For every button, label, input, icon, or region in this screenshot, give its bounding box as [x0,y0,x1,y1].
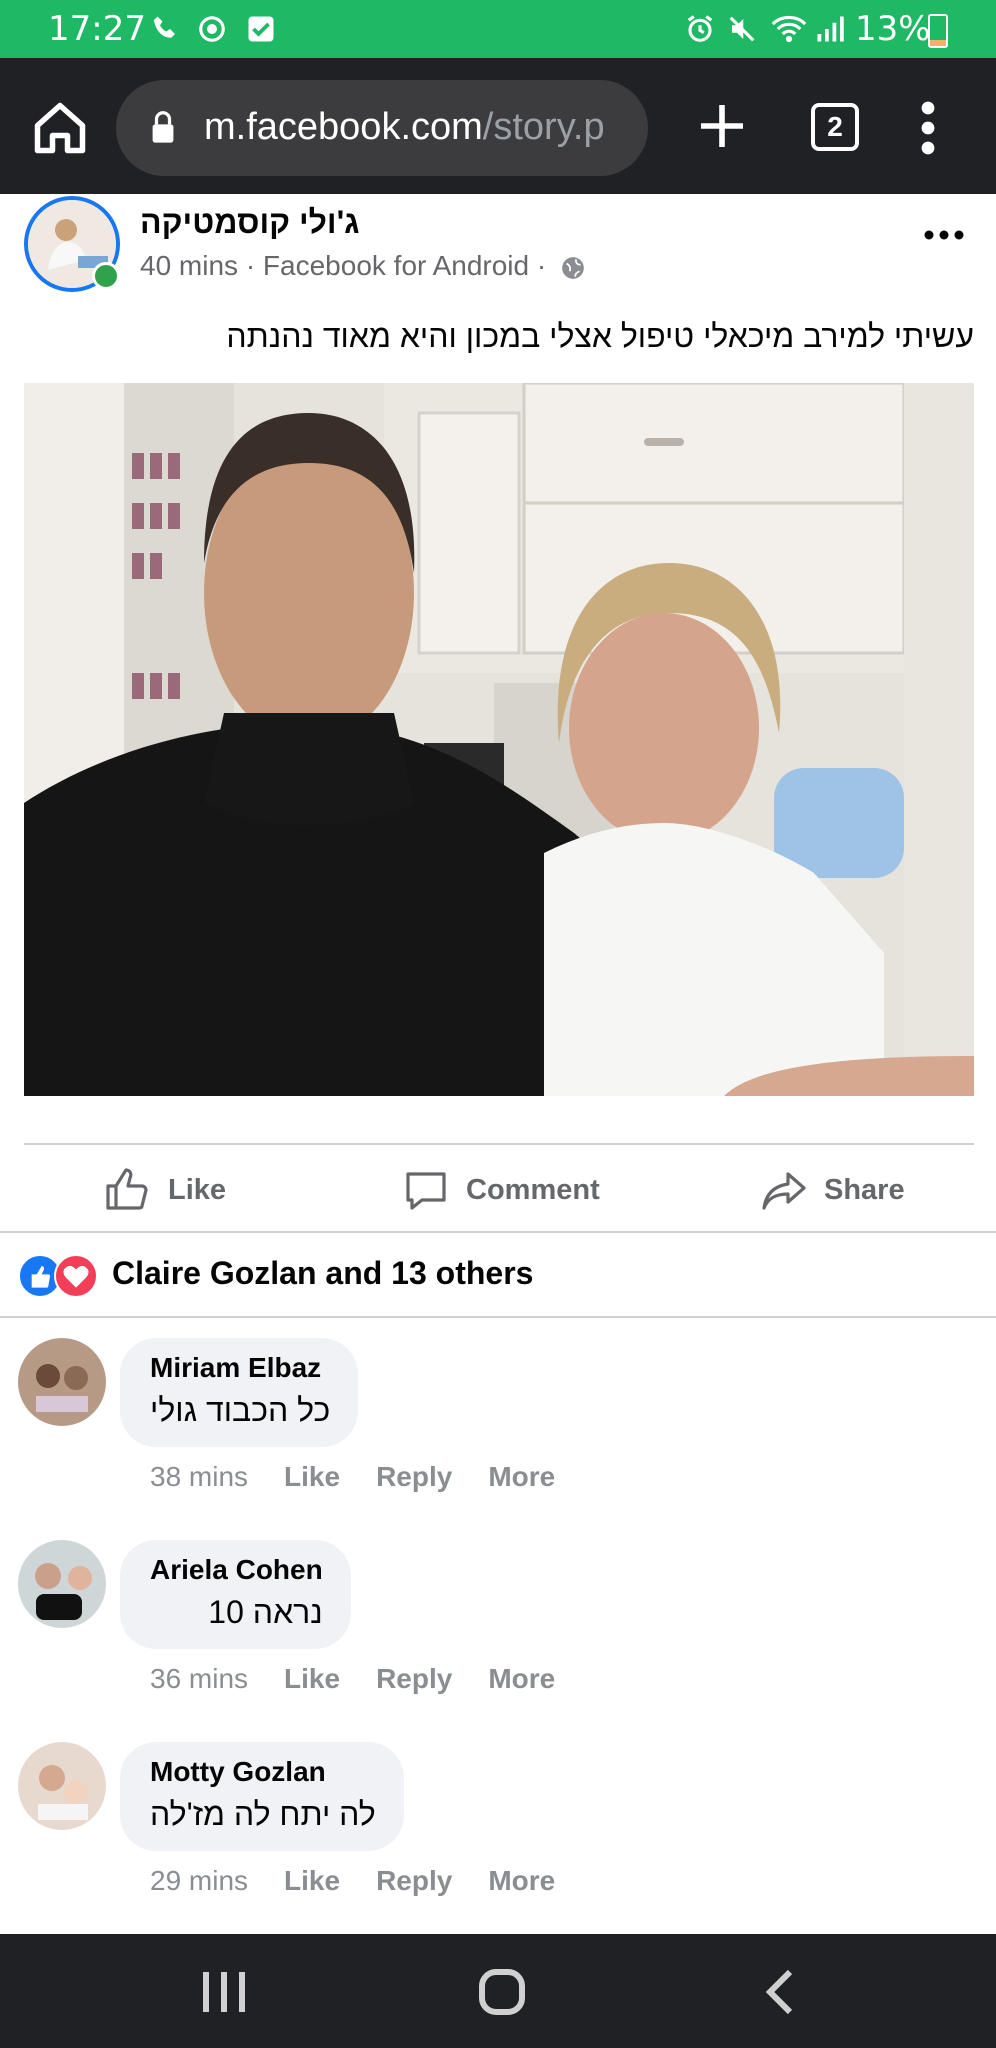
comment-meta: 29 mins Like Reply More [150,1865,591,1897]
alarm-icon [687,15,713,42]
comment-bubble: Motty Gozlan לה יתח לה מז'לה [120,1742,404,1851]
new-tab-icon[interactable] [694,98,750,154]
url-text: m.facebook.com/story.p [204,106,605,149]
globe-icon [562,256,584,279]
comment-text: לה יתח לה מז'לה [150,1796,376,1832]
comment-more-link[interactable]: More [488,1663,555,1695]
signal-icon [817,16,844,42]
tab-switcher-button[interactable]: 2 [811,103,859,151]
status-time: 17:27 [48,9,146,49]
url-path: /story.p [482,106,605,148]
battery-icon [928,14,948,48]
browser-toolbar: m.facebook.com/story.p 2 [0,58,996,194]
comment-text: נראה 10 [208,1594,323,1630]
post-options-icon[interactable] [922,228,966,242]
comment-time: 29 mins [150,1865,249,1896]
comment-reply-link[interactable]: Reply [376,1461,452,1493]
comment-icon [406,1172,446,1210]
post-meta: 40 mins · Facebook for Android · [140,250,586,282]
share-label: Share [824,1173,905,1206]
back-icon[interactable] [752,1964,812,2020]
comment-reply-link[interactable]: Reply [376,1865,452,1897]
lock-icon [152,111,174,143]
url-host: m.facebook.com [204,106,483,148]
mute-icon [729,16,755,42]
like-label: Like [168,1173,227,1206]
post-photo[interactable] [24,383,974,1096]
thumbs-up-icon [106,1168,148,1210]
comment-meta: 36 mins Like Reply More [150,1663,591,1695]
comment-like-link[interactable]: Like [284,1461,340,1493]
commenter-avatar[interactable] [18,1338,106,1426]
comment-more-link[interactable]: More [488,1865,555,1897]
comment-time: 38 mins [150,1461,249,1492]
phone-icon [153,16,175,38]
comment-bubble: Miriam Elbaz כל הכבוד גולי [120,1338,359,1447]
love-reaction-icon [54,1254,98,1298]
share-button[interactable]: Share [760,1160,905,1220]
poster-name[interactable]: ג'ולי קוסמטיקה [140,204,360,241]
divider [0,1316,996,1318]
avatar-image [18,1540,106,1628]
comment-text: כל הכבוד גולי [150,1392,331,1428]
avatar-image [18,1338,106,1426]
comment-reply-link[interactable]: Reply [376,1663,452,1695]
comment-label: Comment [466,1173,600,1206]
comment-like-link[interactable]: Like [284,1663,340,1695]
divider [0,1231,996,1233]
commenter-avatar[interactable] [18,1742,106,1830]
overflow-menu-icon[interactable] [910,98,946,158]
photo-image [24,383,974,1096]
home-icon[interactable] [30,98,90,158]
like-button[interactable]: Like [104,1160,226,1220]
checkbox-icon [248,16,274,42]
status-bar: 17:27 13% [0,0,996,58]
share-icon [762,1172,806,1210]
reactions-summary[interactable]: Claire Gozlan and 13 others [112,1255,533,1292]
post-time-source: 40 mins · Facebook for Android · [140,250,547,281]
android-nav-bar [0,1934,996,2048]
commenter-name[interactable]: Ariela Cohen [150,1554,323,1586]
avatar-image [18,1742,106,1830]
commenter-avatar[interactable] [18,1540,106,1628]
battery-percent: 13% [855,9,931,49]
comment-time: 36 mins [150,1663,249,1694]
wifi-icon [771,15,807,43]
comment-bubble: Ariela Cohen נראה 10 [120,1540,351,1649]
comment-more-link[interactable]: More [488,1461,555,1493]
whatsapp-icon [199,16,225,42]
comment-like-link[interactable]: Like [284,1865,340,1897]
home-nav-icon[interactable] [472,1964,532,2020]
online-status-dot [92,262,120,290]
address-bar[interactable]: m.facebook.com/story.p [116,80,648,176]
post-text: עשיתי למירב מיכאלי טיפול אצלי במכון והיא… [226,318,974,354]
recent-apps-icon[interactable] [194,1964,254,2020]
commenter-name[interactable]: Motty Gozlan [150,1756,376,1788]
commenter-name[interactable]: Miriam Elbaz [150,1352,330,1384]
reaction-icons[interactable] [18,1254,98,1298]
comment-meta: 38 mins Like Reply More [150,1461,591,1493]
divider [24,1143,974,1145]
comment-button[interactable]: Comment [402,1160,600,1220]
